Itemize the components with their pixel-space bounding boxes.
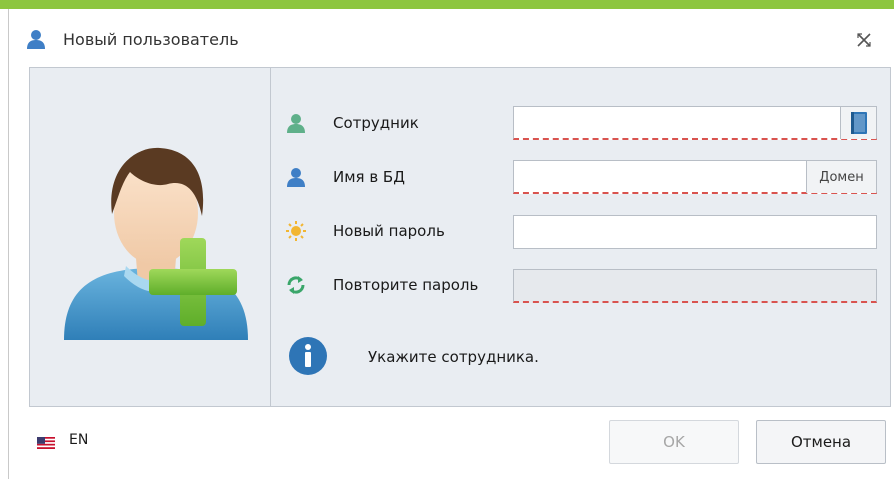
close-icon[interactable] — [855, 31, 873, 49]
db-name-label: Имя в БД — [333, 168, 405, 186]
ok-button[interactable]: OK — [609, 420, 739, 464]
top-accent-bar — [0, 0, 894, 9]
repeat-password-label: Повторите пароль — [333, 276, 479, 294]
employee-icon — [285, 112, 307, 134]
new-password-label: Новый пароль — [333, 222, 445, 240]
user-icon — [25, 28, 47, 50]
language-label[interactable]: EN — [69, 432, 88, 448]
info-message: Укажите сотрудника. — [368, 348, 539, 366]
employee-lookup-button[interactable] — [840, 107, 876, 139]
info-icon — [288, 336, 328, 376]
add-user-avatar-icon — [56, 118, 256, 348]
new-password-field[interactable] — [513, 215, 877, 249]
password-icon — [285, 220, 307, 242]
employee-field[interactable] — [513, 106, 877, 140]
dialog-title: Новый пользователь — [63, 30, 239, 49]
new-user-dialog: Новый пользователь Сотрудник Имя в БД До… — [8, 9, 894, 479]
dialog-footer: EN OK Отмена — [9, 409, 894, 479]
panel-divider — [270, 68, 271, 406]
repeat-password-field[interactable] — [513, 269, 877, 303]
title-bar: Новый пользователь — [9, 9, 894, 65]
domain-button[interactable]: Домен — [806, 161, 876, 193]
cancel-button[interactable]: Отмена — [756, 420, 886, 464]
user-icon — [285, 166, 307, 188]
us-flag-icon[interactable] — [37, 435, 55, 449]
content-panel: Сотрудник Имя в БД Домен Новый пароль По… — [29, 67, 891, 407]
employee-label: Сотрудник — [333, 114, 419, 132]
refresh-icon — [285, 274, 307, 296]
